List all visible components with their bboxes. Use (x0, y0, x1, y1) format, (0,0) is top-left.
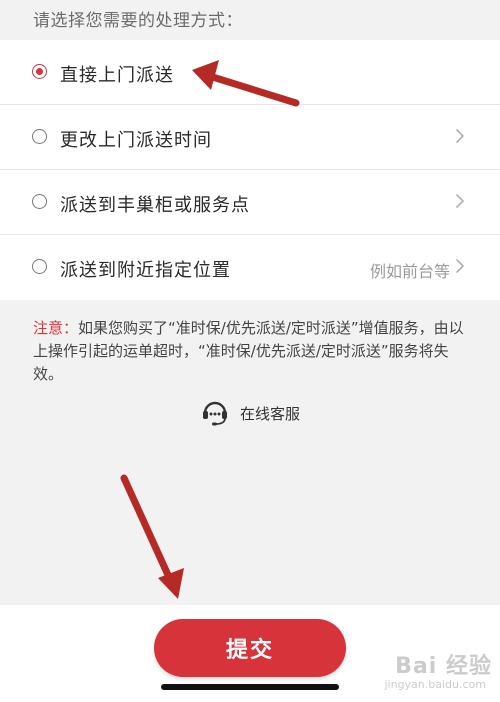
radio-unselected-icon[interactable] (32, 259, 47, 274)
option-hint: 例如前台等 (369, 262, 450, 281)
home-indicator[interactable] (161, 684, 339, 690)
option-label: 派送到丰巢柜或服务点 (60, 195, 250, 216)
option-change-delivery-time[interactable]: 更改上门派送时间 (0, 105, 500, 170)
chevron-right-icon (456, 259, 464, 273)
page-prompt: 请选择您需要的处理方式： (33, 11, 243, 31)
delivery-options-list: 直接上门派送 更改上门派送时间 派送到丰巢柜或服务点 派送到附近指定位置 例如前… (0, 40, 500, 300)
notice-label: 注意： (33, 319, 79, 337)
baidu-watermark-url: jingyan.baidu.com (384, 678, 486, 691)
notice-text: 如果您购买了“准时保/优先派送/定时派送”增值服务，由以上操作引起的运单超时，“… (33, 319, 464, 383)
online-service-label: 在线客服 (240, 404, 301, 423)
option-nearby-location[interactable]: 派送到附近指定位置 例如前台等 (0, 235, 500, 300)
customer-service-icon (203, 401, 227, 426)
option-direct-delivery[interactable]: 直接上门派送 (0, 40, 500, 105)
notice-text-block: 注意：如果您购买了“准时保/优先派送/定时派送”增值服务，由以上操作引起的运单超… (33, 317, 478, 386)
option-label: 直接上门派送 (60, 65, 174, 86)
radio-unselected-icon[interactable] (32, 129, 47, 144)
option-label: 派送到附近指定位置 (60, 260, 231, 281)
chevron-right-icon (456, 194, 464, 208)
annotation-arrow-bottom (120, 474, 184, 599)
submit-button[interactable]: 提交 (154, 619, 346, 677)
online-service-link[interactable]: 在线客服 (200, 398, 300, 428)
radio-unselected-icon[interactable] (32, 194, 47, 209)
radio-selected-icon[interactable] (32, 64, 47, 79)
chevron-right-icon (456, 129, 464, 143)
option-label: 更改上门派送时间 (60, 130, 212, 151)
option-locker-or-service-point[interactable]: 派送到丰巢柜或服务点 (0, 170, 500, 235)
baidu-watermark-logo: Bai 经验 (395, 654, 492, 679)
